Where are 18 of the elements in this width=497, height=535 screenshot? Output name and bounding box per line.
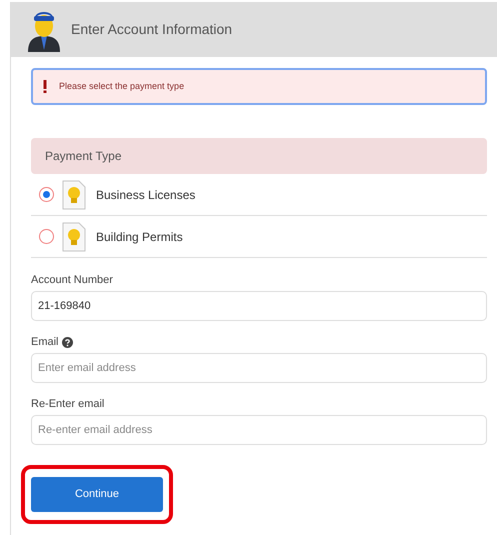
- option-label: Business Licenses: [96, 186, 196, 204]
- field-label: Re-Enter email: [31, 396, 104, 412]
- input-field[interactable]: Re-enter email address: [31, 415, 487, 445]
- field-label: Account Number: [31, 272, 113, 288]
- panel-title: Enter Account Information: [71, 20, 232, 39]
- field-label: Email: [31, 334, 59, 350]
- lightbulb-document-icon: [62, 222, 86, 252]
- option-label: Building Permits: [96, 228, 183, 246]
- input-field[interactable]: Enter email address: [31, 353, 487, 383]
- input-field[interactable]: 21-169840: [31, 291, 487, 321]
- exclamation-icon: [43, 80, 47, 93]
- radio-button[interactable]: [39, 229, 54, 244]
- section-heading: Payment Type: [45, 148, 122, 165]
- continue-button[interactable]: Continue: [31, 477, 163, 512]
- help-icon[interactable]: [62, 336, 73, 348]
- radio-button[interactable]: [39, 187, 54, 202]
- error-message: Please select the payment type: [59, 80, 184, 93]
- lightbulb-document-icon: [62, 180, 86, 210]
